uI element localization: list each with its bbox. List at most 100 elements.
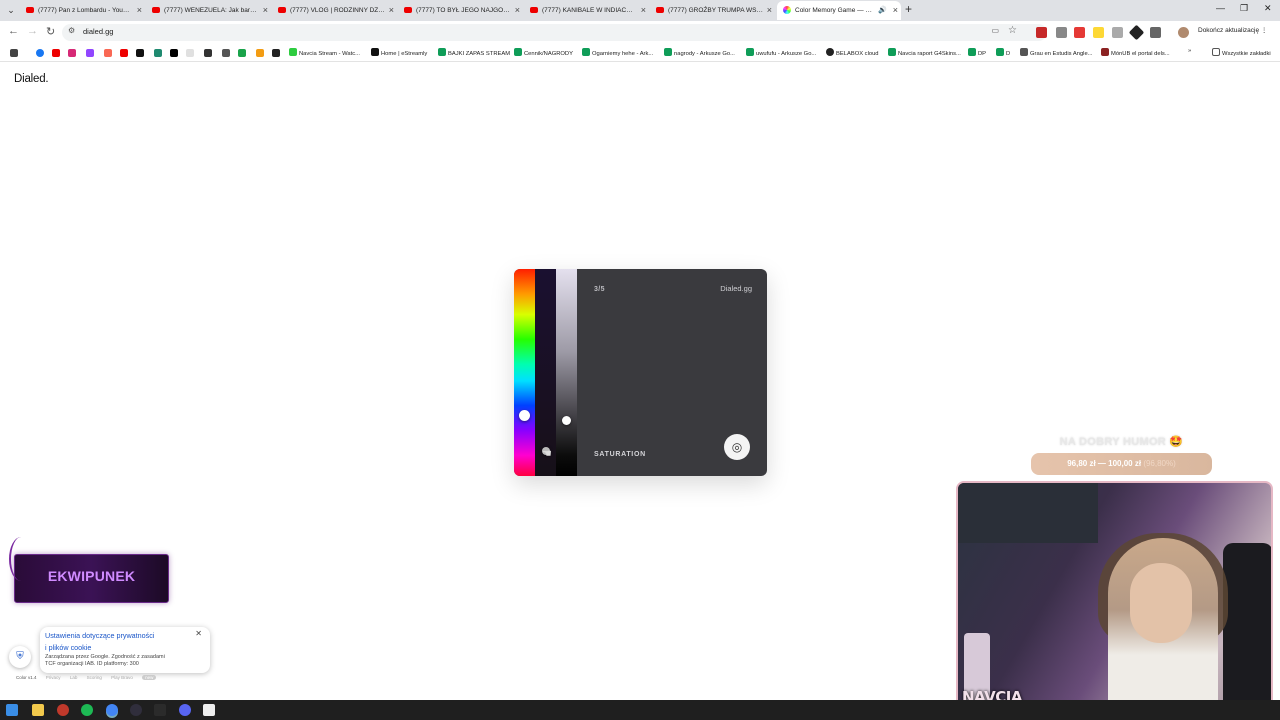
- more-bookmarks-icon[interactable]: »: [1188, 48, 1191, 54]
- bookmark-icon-red[interactable]: [120, 49, 128, 57]
- site-logo[interactable]: Dialed.: [14, 73, 49, 85]
- anchor-icon[interactable]: [204, 49, 212, 57]
- footer-link-play[interactable]: Play Bravo: [111, 675, 133, 680]
- forward-icon[interactable]: →: [27, 25, 38, 37]
- minimize-icon[interactable]: —: [1216, 3, 1225, 13]
- close-tab-icon[interactable]: ×: [767, 1, 772, 20]
- hand-cursor-icon: ☚: [542, 448, 552, 460]
- privacy-shield-icon[interactable]: ⛨: [9, 646, 31, 668]
- twitch-icon[interactable]: [86, 49, 94, 57]
- back-icon[interactable]: ←: [8, 25, 19, 37]
- hue-slider-handle[interactable]: [519, 410, 530, 421]
- footer-link-scoring[interactable]: Scoring: [87, 675, 102, 680]
- tab-search-icon[interactable]: ⌄: [4, 3, 18, 17]
- bookmark-item[interactable]: BAJKI ZAPAS STREAM: [438, 48, 510, 57]
- bookmark-icon-green[interactable]: [154, 49, 162, 57]
- bookmark-item[interactable]: MónUB el portal dels...: [1101, 48, 1170, 57]
- bookmark-icon-gray[interactable]: [186, 49, 194, 57]
- start-icon[interactable]: [6, 704, 18, 716]
- tab-youtube-4[interactable]: (7777) TO BYŁ JEGO NAJGORSZY ×: [398, 1, 523, 20]
- obs-icon[interactable]: [130, 704, 142, 716]
- cookie-title-line1[interactable]: Ustawienia dotyczące prywatności: [45, 631, 154, 640]
- app-icon[interactable]: [203, 704, 215, 716]
- close-tab-icon[interactable]: ×: [389, 1, 394, 20]
- extension-icon-3[interactable]: [1074, 27, 1085, 38]
- extension-icon-4[interactable]: [1093, 27, 1104, 38]
- bookmark-item[interactable]: Grau en Estudis Angle...: [1020, 48, 1093, 57]
- address-bar[interactable]: ⚙ dialed.gg ▭ ☆: [62, 24, 1047, 41]
- bookmark-icon-orange[interactable]: [256, 49, 264, 57]
- profile-avatar[interactable]: [1178, 27, 1189, 38]
- bookmark-item[interactable]: nagrody - Arkusze Go...: [664, 48, 735, 57]
- extensions-puzzle-icon[interactable]: [1150, 27, 1161, 38]
- windows-taskbar: [0, 700, 1280, 720]
- bookmark-item[interactable]: Home | eStreamly: [371, 48, 427, 57]
- speaker-icon[interactable]: 🔊: [878, 1, 887, 20]
- sheets-icon: [968, 48, 976, 56]
- instagram-icon[interactable]: [68, 49, 76, 57]
- new-tab-icon[interactable]: +: [905, 2, 912, 16]
- bookmark-icon-green-2[interactable]: [238, 49, 246, 57]
- tab-color-memory-game[interactable]: Color Memory Game — How 🔊 ×: [777, 1, 901, 20]
- close-window-icon[interactable]: ✕: [1264, 3, 1272, 14]
- bookmark-item[interactable]: uwufufu - Arkusze Go...: [746, 48, 816, 57]
- all-bookmarks-folder[interactable]: Wszystkie zakładki: [1212, 48, 1271, 57]
- restore-icon[interactable]: ❐: [1240, 3, 1248, 14]
- saturation-slider[interactable]: [535, 269, 556, 476]
- bookmark-item[interactable]: D: [996, 48, 1010, 57]
- extension-icon-2[interactable]: [1056, 27, 1067, 38]
- lightness-slider[interactable]: [556, 269, 577, 476]
- bookmark-item[interactable]: Ogarniemy hehe - Ark...: [582, 48, 653, 57]
- file-explorer-icon[interactable]: [32, 704, 44, 716]
- bookmark-star-icon[interactable]: ☆: [1008, 25, 1017, 36]
- bookmark-label: MónUB el portal dels...: [1111, 51, 1170, 57]
- discord-icon[interactable]: [179, 704, 191, 716]
- close-tab-icon[interactable]: ×: [893, 1, 898, 20]
- bookmark-item[interactable]: Cennik/NAGRODY: [514, 48, 573, 57]
- opera-icon[interactable]: [57, 704, 69, 716]
- bookmark-item[interactable]: Navcia Stream - Watc...: [289, 48, 360, 57]
- close-tab-icon[interactable]: ×: [515, 1, 520, 20]
- tab-youtube-3[interactable]: (7777) VLOG | RODZINNY DZIEŃ ×: [272, 1, 397, 20]
- tiktok-icon[interactable]: [170, 49, 178, 57]
- footer-link-privacy[interactable]: Privacy: [46, 675, 61, 680]
- close-icon[interactable]: ✕: [195, 629, 202, 638]
- site-info-icon[interactable]: ⚙: [68, 26, 75, 35]
- reload-icon[interactable]: ↻: [46, 25, 55, 38]
- cookie-title-line2[interactable]: i plików cookie: [45, 643, 91, 652]
- bookmark-item[interactable]: DP: [968, 48, 986, 57]
- youtube-icon: [656, 7, 664, 13]
- tab-youtube-1[interactable]: (7777) Pan z Lombardu - YouTube ×: [20, 1, 145, 20]
- inventory-label: EKWIPUNEK: [47, 568, 136, 584]
- bookmark-icon-dark[interactable]: [222, 49, 230, 57]
- chrome-icon[interactable]: [106, 704, 118, 716]
- browser-tab-strip: ⌄ (7777) Pan z Lombardu - YouTube × (777…: [0, 0, 1280, 21]
- extension-icon-5[interactable]: [1112, 27, 1123, 38]
- bookmark-item[interactable]: BELABOX cloud: [826, 48, 879, 57]
- cast-icon[interactable]: ▭: [991, 26, 999, 35]
- tab-youtube-2[interactable]: (7777) WENEZUELA: Jak bardzo je ×: [146, 1, 271, 20]
- bookmark-item[interactable]: Navcia raport G4Skins...: [888, 48, 961, 57]
- tab-youtube-5[interactable]: (7777) KANIBALE W INDIACH - D ×: [524, 1, 649, 20]
- lightness-slider-handle[interactable]: [562, 416, 571, 425]
- update-button[interactable]: Dokończ aktualizację ⋮: [1198, 26, 1267, 34]
- terminal-icon[interactable]: [154, 704, 166, 716]
- youtube-icon[interactable]: [52, 49, 60, 57]
- close-tab-icon[interactable]: ×: [137, 1, 142, 20]
- tab-youtube-6[interactable]: (7777) GROŹBY TRUMPA WSTRZA ×: [650, 1, 775, 20]
- hue-slider[interactable]: [514, 269, 535, 476]
- round-progress: 3/5: [594, 286, 605, 293]
- submit-fingerprint-button[interactable]: ◎: [724, 434, 750, 460]
- x-icon[interactable]: [136, 49, 144, 57]
- apps-grid-icon[interactable]: [10, 49, 18, 57]
- patronite-icon[interactable]: [104, 49, 112, 57]
- facebook-icon[interactable]: [36, 49, 44, 57]
- tip-icon[interactable]: [272, 49, 280, 57]
- extension-icon-1[interactable]: [1036, 27, 1047, 38]
- close-tab-icon[interactable]: ×: [263, 1, 268, 20]
- extension-icon-6[interactable]: [1128, 24, 1145, 41]
- close-tab-icon[interactable]: ×: [641, 1, 646, 20]
- bookmark-favicon: [1101, 48, 1109, 56]
- footer-link-lab[interactable]: Lab: [70, 675, 78, 680]
- spotify-icon[interactable]: [81, 704, 93, 716]
